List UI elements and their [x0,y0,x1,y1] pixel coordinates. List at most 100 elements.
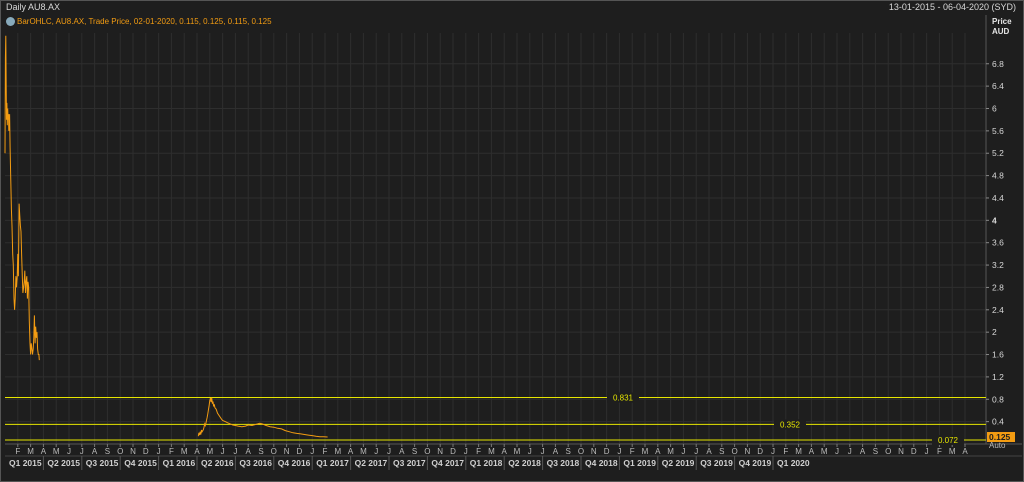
y-tick-label: 6.4 [992,81,1004,91]
month-tick-label: O [424,447,430,456]
month-tick-label: J [617,447,621,456]
plot-area [5,33,986,444]
month-tick-label: O [117,447,123,456]
month-tick-label: S [566,447,571,456]
month-tick-label: N [437,447,443,456]
month-tick-label: M [949,447,956,456]
month-tick-label: D [604,447,610,456]
month-tick-label: M [206,447,213,456]
month-tick-label: M [667,447,674,456]
quarter-label: Q2 2018 [508,458,541,468]
y-tick-label: 5.6 [992,126,1004,136]
quarter-label: Q3 2015 [86,458,119,468]
month-tick-label: M [53,447,60,456]
quarter-label: Q4 2015 [124,458,157,468]
month-tick-label: S [719,447,724,456]
month-tick-label: J [67,447,71,456]
price-chart[interactable]: 0.4 0.8 1.2 1.6 2 2.4 2.8 3.2 3.6 4 4.4 4.8 5.2 5.6 6 6… [0,0,1024,482]
month-tick-label: S [873,447,878,456]
y-tick-label: 4 [992,215,997,225]
y-tick-label: 4.4 [992,193,1004,203]
month-tick-label: M [642,447,649,456]
month-tick-label: J [157,447,161,456]
month-tick-label: A [41,447,47,456]
month-tick-label: A [962,447,968,456]
quarter-label: Q2 2017 [355,458,388,468]
month-tick-label: D [450,447,456,456]
month-tick-label: D [143,447,149,456]
reference-label: 0.352 [780,420,801,429]
reference-label: 0.072 [938,436,959,445]
auto-scale-label: Auto [989,441,1006,450]
month-tick-label: J [771,447,775,456]
quarter-label: Q1 2019 [623,458,656,468]
y-tick-label: 6.8 [992,59,1004,69]
month-tick-label: J [541,447,545,456]
quarter-label: Q3 2018 [547,458,580,468]
month-tick-label: M [821,447,828,456]
reference-label: 0.831 [613,394,634,403]
month-tick-label: N [591,447,597,456]
month-tick-label: A [348,447,354,456]
month-tick-label: F [169,447,174,456]
month-tick-label: O [578,447,584,456]
quarter-label: Q1 2017 [316,458,349,468]
quarter-label: Q4 2017 [431,458,464,468]
y-tick-label: 0.8 [992,394,1004,404]
month-tick-label: A [706,447,712,456]
month-tick-label: M [360,447,367,456]
y-tick-label: 3.6 [992,238,1004,248]
month-tick-label: A [502,447,508,456]
month-tick-label: J [374,447,378,456]
month-tick-label: F [783,447,788,456]
y-tick-label: 1.2 [992,372,1004,382]
month-tick-label: F [15,447,20,456]
y-tick-label: 0.4 [992,417,1004,427]
month-tick-label: F [476,447,481,456]
month-tick-label: N [130,447,136,456]
quarter-label: Q2 2015 [47,458,80,468]
month-tick-label: A [809,447,815,456]
month-tick-label: J [221,447,225,456]
quarter-label: Q1 2018 [470,458,503,468]
y-tick-label: 2.4 [992,305,1004,315]
month-tick-label: J [681,447,685,456]
quarter-label: Q2 2016 [201,458,234,468]
month-tick-label: M [488,447,495,456]
y-tick-label: 2.8 [992,282,1004,292]
quarter-label: Q4 2018 [585,458,618,468]
month-tick-label: J [80,447,84,456]
y-tick-label: 6 [992,103,997,113]
quarter-label: Q4 2016 [278,458,311,468]
quarter-label: Q1 2016 [163,458,196,468]
month-tick-label: N [898,447,904,456]
month-tick-label: J [387,447,391,456]
month-tick-label: M [795,447,802,456]
month-tick-label: M [181,447,188,456]
quarter-label: Q3 2017 [393,458,426,468]
month-tick-label: A [92,447,98,456]
month-tick-label: N [745,447,751,456]
y-tick-label: 2 [992,327,997,337]
y-tick-label: 5.2 [992,148,1004,158]
month-tick-label: S [258,447,263,456]
y-tick-label: 4.8 [992,171,1004,181]
quarter-label: Q1 2020 [777,458,810,468]
month-tick-label: J [925,447,929,456]
month-tick-label: O [731,447,737,456]
month-tick-label: S [105,447,110,456]
month-tick-label: M [27,447,34,456]
month-tick-label: J [310,447,314,456]
quarter-label: Q2 2019 [662,458,695,468]
month-tick-label: A [860,447,866,456]
month-tick-label: F [323,447,328,456]
month-tick-label: M [334,447,341,456]
quarter-label: Q3 2019 [700,458,733,468]
month-tick-label: D [757,447,763,456]
month-tick-label: A [399,447,405,456]
month-tick-label: J [848,447,852,456]
month-tick-label: J [233,447,237,456]
month-tick-label: A [246,447,252,456]
month-tick-label: F [937,447,942,456]
y-tick-label: 1.6 [992,350,1004,360]
